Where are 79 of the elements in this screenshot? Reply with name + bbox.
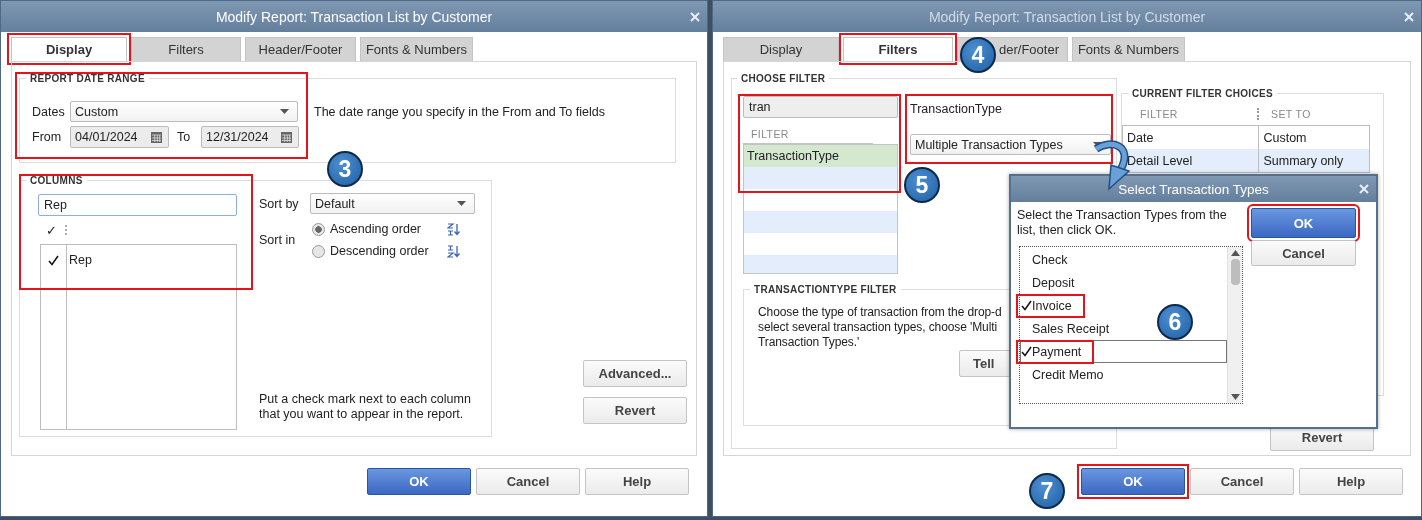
radio-button[interactable] <box>312 222 325 236</box>
dialog-button[interactable]: Revert <box>583 397 687 424</box>
column-name[interactable]: Rep <box>69 253 92 267</box>
group-legend: REPORT DATE RANGE <box>26 73 149 84</box>
dialog-button[interactable]: Cancel <box>476 468 580 495</box>
step-badge: 6 <box>1157 304 1193 340</box>
radio-label[interactable]: Ascending order <box>330 222 442 236</box>
tab[interactable]: Fonts & Numbers <box>360 37 473 61</box>
filter-description-line: Transaction Types.' <box>758 335 860 350</box>
scroll-down-icon[interactable] <box>1230 394 1240 400</box>
column-search-field[interactable]: Rep <box>38 194 237 216</box>
transaction-type-dropdown[interactable]: Multiple Transaction Types <box>910 134 1111 155</box>
transaction-type-item[interactable]: Deposit <box>1021 275 1075 290</box>
radio-label[interactable]: Descending order <box>330 244 442 258</box>
caret-icon <box>457 201 466 206</box>
filter-search-field[interactable]: tran <box>743 96 898 118</box>
step-badge: 5 <box>904 167 940 203</box>
dates-dropdown[interactable]: Custom <box>70 101 298 122</box>
sort-by-dropdown[interactable]: Default <box>310 193 475 214</box>
dialog-button[interactable]: Cancel <box>1190 468 1294 495</box>
group-legend: CURRENT FILTER CHOICES <box>1128 88 1277 99</box>
selected-filter-name: TransactionType <box>910 102 1002 116</box>
primary-button[interactable]: OK <box>367 468 471 495</box>
sort-descending-icon[interactable] <box>447 244 461 258</box>
scroll-up-icon[interactable] <box>1230 250 1240 256</box>
transaction-type-item[interactable]: Invoice <box>1021 298 1080 313</box>
tab[interactable]: Filters <box>131 37 241 61</box>
field-label: Dates <box>32 104 66 119</box>
group-legend: CHOOSE FILTER <box>737 73 830 84</box>
filter-list[interactable]: TransactionType <box>743 144 898 274</box>
caret-icon <box>1093 142 1102 147</box>
dialog-button[interactable]: Help <box>585 468 689 495</box>
tab[interactable]: Fonts & Numbers <box>1072 37 1185 61</box>
calendar-icon[interactable] <box>151 131 162 143</box>
caret-icon <box>280 109 289 114</box>
primary-button[interactable]: OK <box>1081 468 1185 495</box>
filter-description-line: select several transaction types, choose 'Multi <box>758 320 998 335</box>
column-list[interactable]: Rep <box>40 244 237 430</box>
scrollbar[interactable] <box>1227 247 1242 403</box>
sort-ascending-icon[interactable] <box>447 222 461 236</box>
column-header: SET TO <box>1257 108 1367 120</box>
step-badge: 3 <box>327 151 363 187</box>
column-resize-handle[interactable] <box>65 225 67 235</box>
dialog-button[interactable]: Advanced... <box>583 360 687 387</box>
to-date-field[interactable]: 12/31/2024 <box>201 126 299 148</box>
field-label: Sort by <box>259 196 300 211</box>
close-icon[interactable] <box>1404 11 1414 22</box>
dialog-button[interactable]: Help <box>1299 468 1403 495</box>
close-icon[interactable] <box>690 11 700 22</box>
dialog-title: Select Transaction Types <box>1118 181 1269 197</box>
field-label: From <box>32 130 63 144</box>
tab[interactable]: Header/Footer <box>245 37 356 61</box>
window-title: Modify Report: Transaction List by Customer <box>215 8 493 25</box>
group-legend: COLUMNS <box>26 175 87 186</box>
step-badge: 4 <box>960 37 996 73</box>
scroll-thumb[interactable] <box>1230 259 1240 285</box>
radio-button[interactable] <box>312 244 325 258</box>
field-label: To <box>176 130 192 144</box>
table-cell-text: Summary only <box>1262 152 1345 170</box>
filter-column-header: FILTER <box>743 118 873 144</box>
calendar-icon[interactable] <box>281 131 292 143</box>
filter-description-line: Choose the type of transaction from the drop-d <box>758 305 1002 320</box>
step-badge: 7 <box>1029 473 1065 509</box>
filter-list-item[interactable]: TransactionType <box>744 145 897 167</box>
table-cell-text: Custom <box>1262 129 1308 147</box>
transaction-type-item[interactable]: Check <box>1021 252 1068 267</box>
dialog-button[interactable]: Cancel <box>1251 240 1356 266</box>
date-range-description: The date range you specify in the From and To fields <box>314 104 605 119</box>
dialog-instructions: Select the Transaction Types from the list, then click OK. <box>1017 208 1228 238</box>
window-title: Modify Report: Transaction List by Customer <box>928 8 1206 25</box>
field-label: Sort in <box>259 233 297 247</box>
from-date-field[interactable]: 04/01/2024 <box>70 126 169 148</box>
column-hint: Put a check mark next to each column that you want to appear in the report. <box>259 392 472 422</box>
transaction-type-item[interactable]: Sales Receipt <box>1021 321 1110 336</box>
close-icon[interactable] <box>1359 184 1369 194</box>
tab[interactable]: Display <box>723 37 839 61</box>
group-legend: TRANSACTIONTYPE FILTER <box>750 284 901 295</box>
column-header: FILTER <box>1139 108 1179 120</box>
check-column-header: ✓ <box>46 222 57 238</box>
